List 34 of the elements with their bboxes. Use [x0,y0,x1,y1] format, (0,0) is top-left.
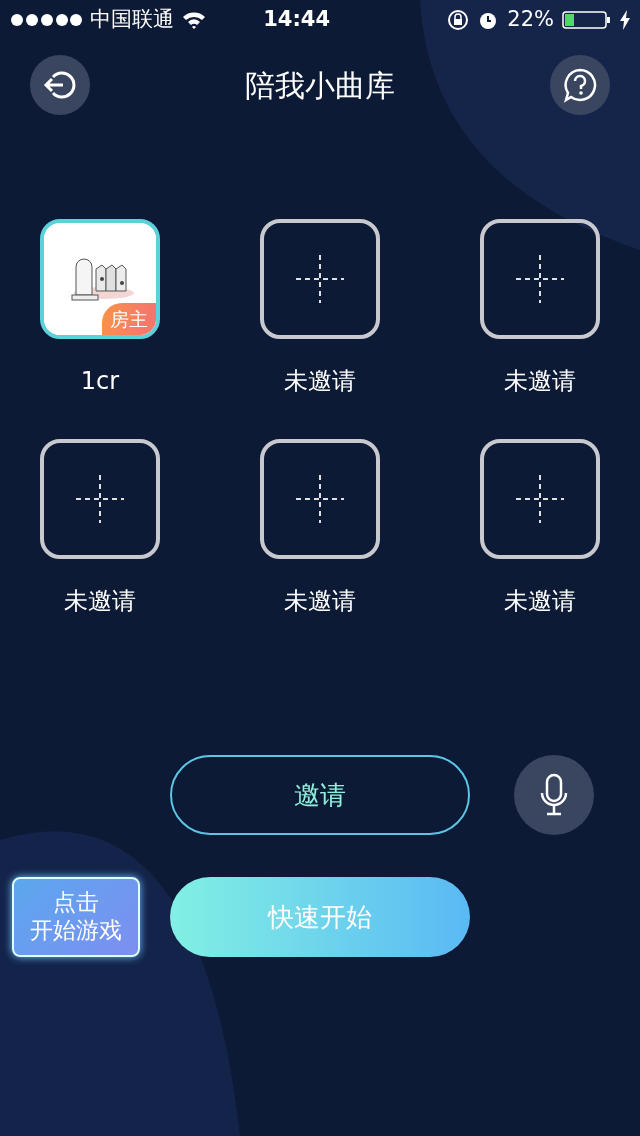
seat-label: 未邀请 [64,586,136,617]
seat-label: 未邀请 [284,366,356,397]
seat-label: 未邀请 [284,586,356,617]
empty-seat-button[interactable] [260,439,380,559]
dashed-plus-icon [516,255,564,303]
signal-icon [10,13,82,27]
help-icon [562,67,598,103]
host-tag: 房主 [102,302,156,335]
exit-button[interactable] [30,55,90,115]
page-title: 陪我小曲库 [245,66,395,105]
dashed-plus-icon [76,475,124,523]
charging-icon [620,10,630,30]
clock-time: 14:44 [263,6,331,34]
dashed-plus-icon [296,475,344,523]
battery-icon [562,10,612,30]
carrier-name: 中国联通 [90,6,174,34]
invite-button[interactable]: 邀请 [170,755,470,835]
microphone-icon [539,773,569,817]
dashed-plus-icon [516,475,564,523]
seat-label: 1cr [80,366,120,397]
empty-seat-button[interactable] [480,439,600,559]
hint-text: 点击 [53,889,99,917]
seat-label: 未邀请 [504,366,576,397]
seat-label: 未邀请 [504,586,576,617]
empty-seat-button[interactable] [40,439,160,559]
rotation-lock-icon [447,9,470,31]
empty-seat-button[interactable] [480,219,600,339]
dashed-plus-icon [296,255,344,303]
battery-percent: 22% [507,6,554,34]
hint-text: 开始游戏 [30,917,122,945]
host-avatar[interactable]: 房主 [40,219,160,339]
quick-start-button[interactable]: 快速开始 [170,877,470,957]
wifi-icon [182,11,206,29]
empty-seat-button[interactable] [260,219,380,339]
